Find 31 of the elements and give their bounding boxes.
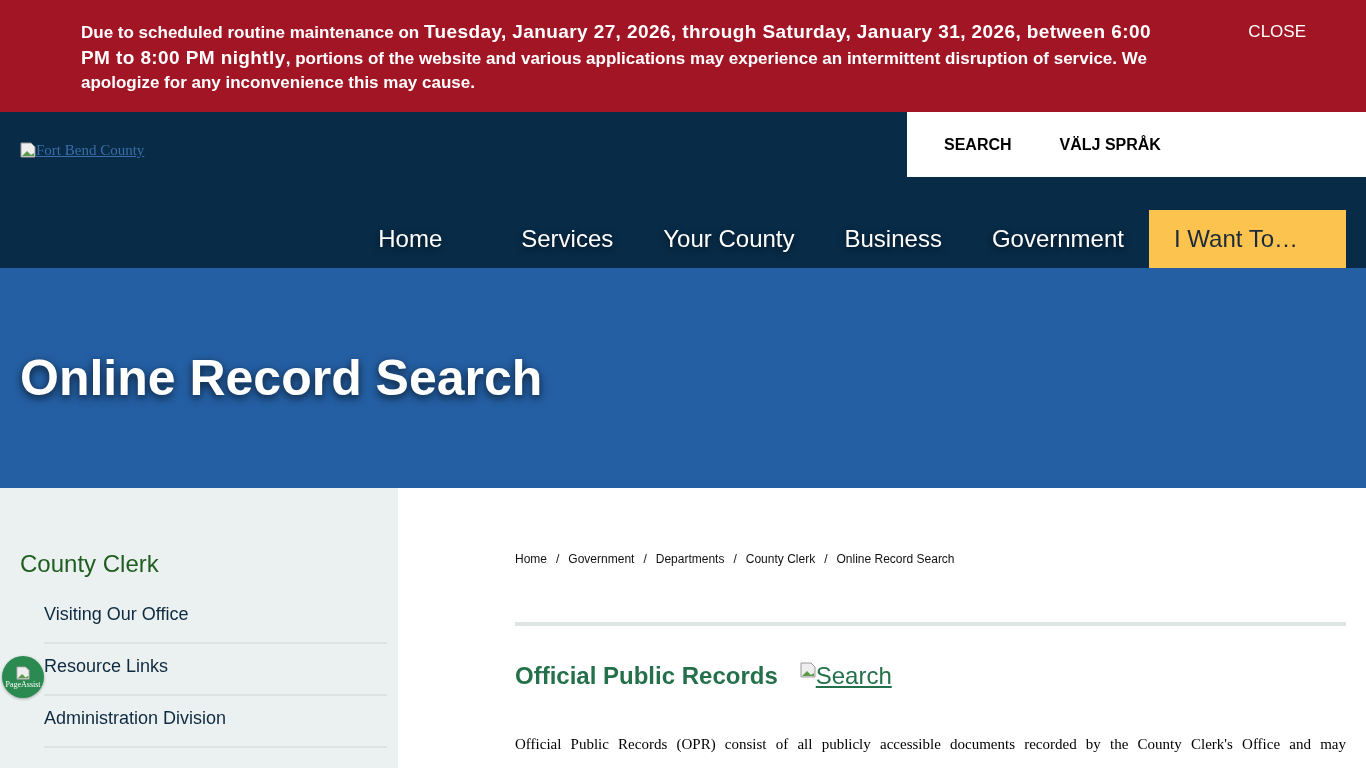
broken-image-icon — [20, 142, 36, 158]
sidebar-item[interactable]: Resource Links — [44, 644, 387, 696]
breadcrumb-link[interactable]: Government — [568, 552, 635, 566]
breadcrumb-separator: / — [556, 552, 560, 566]
breadcrumb-link[interactable]: Departments — [655, 552, 725, 566]
nav-item[interactable]: Home — [353, 210, 497, 268]
breadcrumb-separator: / — [733, 552, 737, 566]
broken-image-icon — [16, 665, 30, 680]
breadcrumb-link[interactable]: Online Record Search — [836, 552, 955, 566]
broken-image-icon — [799, 662, 816, 678]
breadcrumb-link[interactable]: County Clerk — [745, 552, 816, 566]
breadcrumb-separator: / — [643, 552, 647, 566]
maintenance-notice: Due to scheduled routine maintenance on Tuesday, January 27, 2026, through Saturday, January 31, 2026, between 6:00 PM to 8:00 PM nightly, portions of the website and various applications may experience an intermittent disruption of service. We apologize for any inconvenience this may cause. — [81, 20, 1152, 94]
nav-item[interactable]: Business — [819, 210, 967, 268]
body-paragraph: Official Public Records (OPR) consist of all publicly accessible documents recorded by the County Clerk's Office and may — [515, 736, 1346, 753]
page-assist-button[interactable]: PageAssist — [2, 656, 44, 698]
nav-item[interactable]: Services — [496, 210, 639, 268]
nav-item[interactable]: Your County — [638, 210, 820, 268]
sidebar-title[interactable]: County Clerk — [20, 550, 387, 578]
nav-item[interactable]: Government — [966, 210, 1149, 268]
section-heading: Official Public Records — [515, 662, 778, 690]
sidebar-item[interactable]: Administration Division — [44, 696, 387, 748]
utility-link[interactable]: VÄLJ SPRÅK — [1059, 135, 1161, 154]
utility-link[interactable]: SEARCH — [944, 135, 1012, 154]
breadcrumb-separator: / — [824, 552, 828, 566]
search-link[interactable]: Search — [799, 662, 892, 690]
sidebar-item[interactable]: Visiting Our Office — [44, 592, 387, 644]
breadcrumb-link[interactable]: Home — [515, 552, 547, 566]
nav-item[interactable]: I Want To… — [1148, 210, 1346, 268]
page-title: Online Record Search — [20, 349, 543, 407]
close-link[interactable]: CLOSE — [1248, 22, 1306, 112]
